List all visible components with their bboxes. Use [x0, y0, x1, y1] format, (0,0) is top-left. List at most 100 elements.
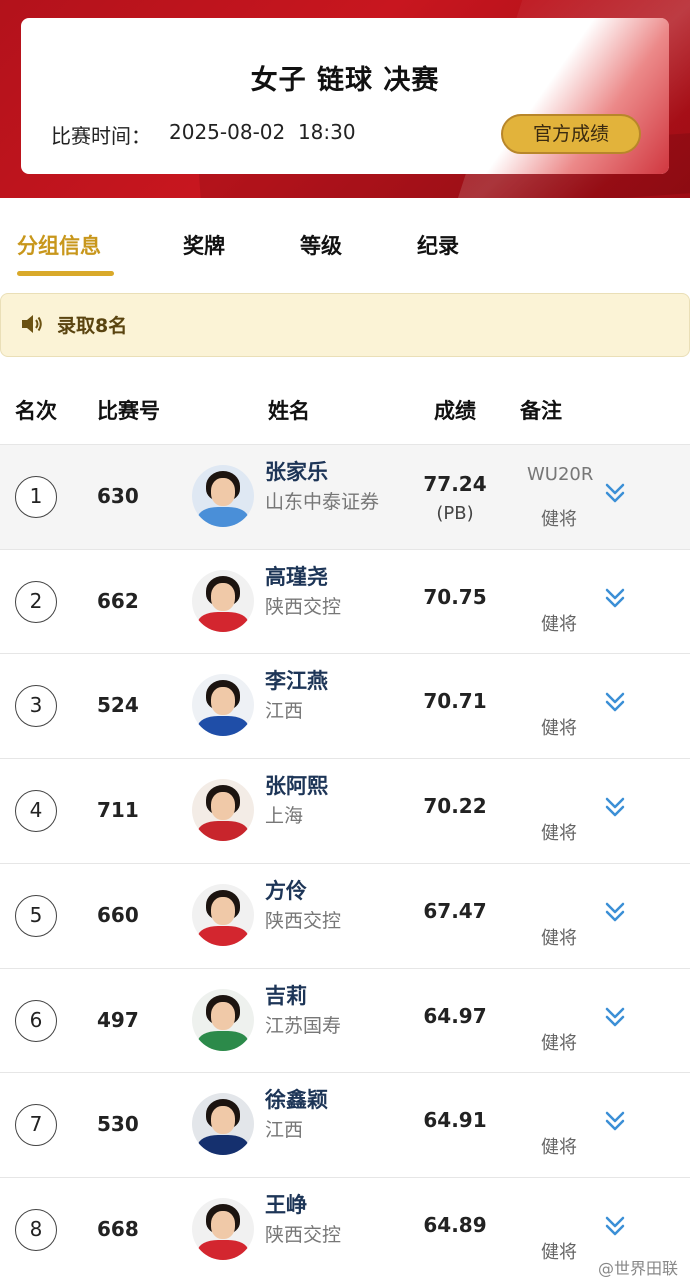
chevron-down-icon[interactable]	[602, 1109, 628, 1135]
tab-bar: 分组信息 奖牌 等级 纪录	[0, 198, 690, 292]
rank-badge: 7	[15, 1104, 57, 1146]
table-row[interactable]: 4 711 张阿熙上海 70.22 健将	[0, 758, 690, 863]
avatar-shirt	[198, 716, 248, 736]
grade-note: 健将	[541, 1033, 577, 1054]
athlete-avatar	[192, 570, 254, 632]
result-mark: 64.91	[423, 1108, 487, 1132]
athlete-avatar	[192, 465, 254, 527]
avatar-shirt	[198, 612, 248, 632]
grade-note: 健将	[541, 614, 577, 635]
result-mark: 64.97	[423, 1004, 487, 1028]
bib-number: 668	[97, 1217, 139, 1241]
speaker-icon	[22, 315, 42, 333]
athlete-team: 陕西交控	[265, 1224, 342, 1246]
avatar-shirt	[198, 507, 248, 527]
tab-group-info[interactable]: 分组信息	[17, 230, 101, 260]
watermark: @世界田联	[597, 1259, 678, 1278]
bib-number: 497	[97, 1008, 139, 1032]
avatar-face	[211, 897, 235, 925]
athlete-team: 山东中泰证券	[265, 491, 380, 513]
pb-label: (PB)	[436, 503, 474, 524]
official-results-button[interactable]: 官方成绩	[501, 114, 641, 154]
table-row[interactable]: 8 668 王峥 陕西交控 64.89 健将	[0, 1177, 690, 1282]
bib-number: 711	[97, 798, 139, 822]
header-rank: 名次	[15, 399, 57, 423]
table-row[interactable]: 6 497 吉莉 江苏国寿 64.97 健将	[0, 968, 690, 1073]
tab-grades[interactable]: 等级	[300, 230, 342, 260]
grade-note: 健将	[541, 928, 577, 949]
header-note: 备注	[520, 399, 562, 423]
grade-note: 健将	[541, 823, 577, 844]
athlete-name: 方伶	[265, 879, 307, 903]
athlete-team: 江苏国寿	[265, 1015, 342, 1037]
chevron-down-icon[interactable]	[602, 690, 628, 716]
athlete-team: 上海	[265, 805, 304, 827]
chevron-down-icon[interactable]	[602, 795, 628, 821]
avatar-face	[211, 1211, 235, 1239]
avatar-face	[211, 1002, 235, 1030]
athlete-team: 江西	[265, 1119, 304, 1141]
avatar-shirt	[198, 926, 248, 946]
athlete-team: 陕西交控	[265, 910, 342, 932]
rank-badge: 2	[15, 581, 57, 623]
tab-medals[interactable]: 奖牌	[183, 230, 225, 260]
event-header: 女子 链球 决赛 比赛时间： 2025-08-02 18:30 官方成绩	[0, 0, 690, 198]
avatar-face	[211, 687, 235, 715]
result-mark: 64.89	[423, 1213, 487, 1237]
active-tab-indicator	[17, 271, 114, 276]
qualification-notice: 录取8名	[0, 293, 690, 357]
header-result: 成绩	[434, 399, 476, 423]
grade-note: 健将	[541, 1137, 577, 1158]
result-mark: 70.75	[423, 585, 487, 609]
athlete-avatar	[192, 779, 254, 841]
result-mark: 67.47	[423, 899, 487, 923]
rank-badge: 6	[15, 1000, 57, 1042]
bib-number: 630	[97, 484, 139, 508]
avatar-face	[211, 1106, 235, 1134]
time-label: 比赛时间：	[51, 124, 151, 148]
avatar-face	[211, 478, 235, 506]
avatar-shirt	[198, 1031, 248, 1051]
avatar-shirt	[198, 821, 248, 841]
rank-badge: 3	[15, 685, 57, 727]
table-row[interactable]: 5 660 方伶 陕西交控 67.47 健将	[0, 863, 690, 968]
bib-number: 524	[97, 693, 139, 717]
result-mark: 70.71	[423, 689, 487, 713]
athlete-team: 江西	[265, 700, 304, 722]
athlete-avatar	[192, 989, 254, 1051]
athlete-name: 张家乐	[265, 460, 328, 484]
grade-note: 健将	[541, 509, 577, 530]
table-header: 名次 比赛号 姓名 成绩 备注	[0, 375, 690, 443]
chevron-down-icon[interactable]	[602, 481, 628, 507]
bib-number: 530	[97, 1112, 139, 1136]
grade-note: 健将	[541, 718, 577, 739]
event-title: 女子 链球 决赛	[250, 65, 440, 96]
chevron-down-icon[interactable]	[602, 586, 628, 612]
table-row[interactable]: 1 630 张家乐 山东中泰证券 77.24 (PB) WU20R 健将	[0, 444, 690, 549]
avatar-face	[211, 792, 235, 820]
header-name: 姓名	[268, 399, 310, 423]
chevron-down-icon[interactable]	[602, 1005, 628, 1031]
result-mark: 70.22	[423, 794, 487, 818]
athlete-avatar	[192, 1198, 254, 1260]
grade-note: 健将	[541, 1242, 577, 1263]
athlete-name: 张阿熙	[265, 774, 328, 798]
header-bib: 比赛号	[97, 399, 160, 423]
tab-records[interactable]: 纪录	[417, 230, 459, 260]
athlete-avatar	[192, 1093, 254, 1155]
avatar-shirt	[198, 1135, 248, 1155]
athlete-avatar	[192, 674, 254, 736]
avatar-face	[211, 583, 235, 611]
athlete-name: 徐鑫颖	[265, 1088, 328, 1112]
chevron-down-icon[interactable]	[602, 900, 628, 926]
notice-text: 录取8名	[57, 315, 128, 337]
table-row[interactable]: 7 530 徐鑫颖江西 64.91 健将	[0, 1072, 690, 1177]
athlete-team: 陕西交控	[265, 596, 342, 618]
table-row[interactable]: 3 524 李江燕江西 70.71 健将	[0, 653, 690, 758]
table-row[interactable]: 2 662 高瑾尧 陕西交控 70.75 健将	[0, 549, 690, 654]
athlete-avatar	[192, 884, 254, 946]
chevron-down-icon[interactable]	[602, 1214, 628, 1240]
athlete-name: 李江燕	[265, 669, 328, 693]
rank-badge: 8	[15, 1209, 57, 1251]
rank-badge: 4	[15, 790, 57, 832]
